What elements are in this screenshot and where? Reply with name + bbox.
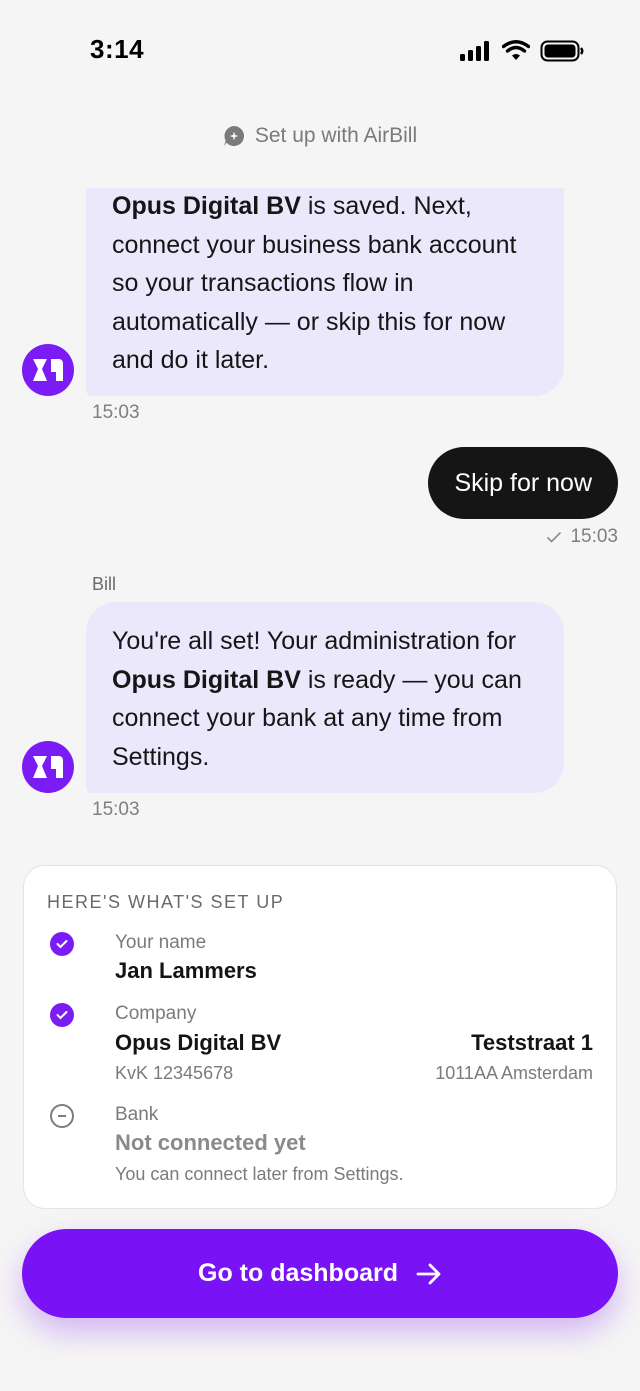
company-street: Teststraat 1 (471, 1030, 593, 1055)
header-title: Set up with AirBill (254, 124, 418, 147)
reply-text: Skip for now (454, 468, 592, 497)
message-timestamp: 15:03 (92, 799, 140, 820)
wifi-icon (502, 40, 530, 60)
check-circle-icon (50, 1003, 74, 1027)
go-to-dashboard-button[interactable]: Go to dashboard (22, 1229, 618, 1318)
bot-message-bubble: You're all set! Your administration for … (86, 602, 564, 793)
company-city: 1011AA Amsterdam (435, 1063, 593, 1083)
company-name-bold: Opus Digital BV (112, 192, 301, 220)
check-circle-icon (50, 932, 74, 956)
row-label: Bank (115, 1104, 159, 1125)
cta-label: Go to dashboard (198, 1259, 398, 1287)
company-name-bold: Opus Digital BV (112, 665, 301, 694)
card-title: HERE'S WHAT'S SET UP (47, 892, 285, 912)
bot-avatar (22, 741, 74, 793)
bot-message-bubble: Opus Digital BV is saved. Next, connect … (86, 188, 564, 396)
message-timestamp: 15:03 (92, 402, 140, 423)
battery-icon (540, 40, 584, 62)
reply-status: 15:03 (546, 526, 618, 548)
sender-name: Bill (92, 574, 117, 594)
summary-row-name: Your name Jan Lammers (47, 932, 593, 983)
status-time: 3:14 (90, 34, 145, 64)
airbill-logo-icon (33, 359, 63, 381)
summary-row-company: Company Opus Digital BV KvK 12345678 Tes… (47, 1003, 593, 1093)
signal-icon (460, 41, 489, 61)
status-icons (460, 40, 584, 62)
chat-bubble-icon (223, 125, 244, 146)
row-value: Jan Lammers (115, 958, 257, 983)
summary-row-bank: Bank Not connected yet You can connect l… (47, 1104, 593, 1194)
bank-note: You can connect later from Settings. (115, 1164, 404, 1184)
chat-screen: 3:14 Set up with AirBill Opus Digital BV… (0, 0, 640, 1391)
row-label: Company (115, 1003, 197, 1024)
reply-timestamp: 15:03 (570, 526, 618, 547)
arrow-right-icon (416, 1263, 441, 1284)
chat-header: Set up with AirBill (0, 124, 640, 148)
setup-summary-card: HERE'S WHAT'S SET UP Your name Jan Lamme… (23, 865, 617, 1209)
company-kvk: KvK 12345678 (115, 1063, 234, 1083)
minus-circle-icon (50, 1104, 74, 1128)
bot-avatar (22, 344, 74, 396)
message-text: You're all set! Your administration for (112, 627, 517, 655)
user-reply-bubble: Skip for now (428, 447, 618, 519)
row-value: Not connected yet (115, 1130, 306, 1155)
row-value: Opus Digital BV (115, 1030, 282, 1055)
check-icon (547, 531, 562, 543)
row-label: Your name (115, 932, 207, 953)
airbill-logo-icon (33, 756, 63, 778)
